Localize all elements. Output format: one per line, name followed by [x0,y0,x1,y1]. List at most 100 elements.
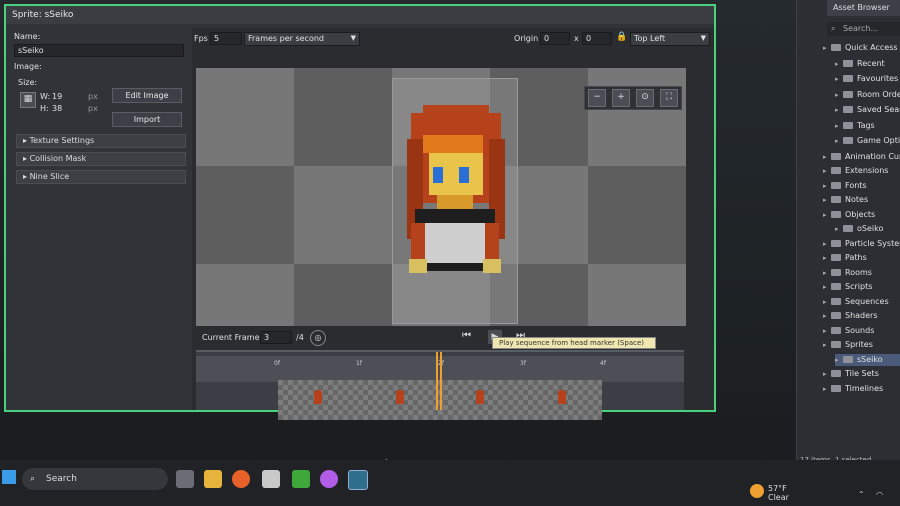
chevron-down-icon: ▼ [350,34,356,42]
asset-tree-item[interactable]: ▸ oSeiko [835,223,900,235]
start-icon[interactable] [2,470,16,484]
zoom-out-icon[interactable]: − [588,89,606,107]
current-frame-input[interactable]: 3 [260,331,292,344]
asset-tree-item[interactable]: ▸ Tile Sets [823,368,900,380]
gamemaker-icon[interactable] [348,470,368,490]
asset-tree-item[interactable]: ▸ Fonts [823,180,900,192]
asset-tree-item[interactable]: ▸ Game Options [835,135,900,147]
asset-tree-item[interactable]: ▸ Favourites [835,73,900,85]
expand-arrow-icon[interactable]: ▸ [823,151,831,163]
resize-icon[interactable]: ▦ [20,92,36,108]
expand-arrow-icon[interactable]: ▸ [823,180,831,192]
asset-tree-item[interactable]: ▸ Shaders [823,310,900,322]
sprite-character [407,105,505,273]
expand-arrow-icon[interactable]: ▸ [823,209,831,221]
asset-tree-item[interactable]: ▸ Extensions [823,165,900,177]
tick-label: 3f [520,360,526,367]
expand-arrow-icon[interactable]: ▸ [823,194,831,206]
fps-mode-dropdown[interactable]: Frames per second ▼ [244,32,360,46]
tick-label: 0f [274,360,280,367]
expand-arrow-icon[interactable]: ▸ [823,325,831,337]
asset-tree-item[interactable]: ▸ Paths [823,252,900,264]
asset-tree-item[interactable]: ▸ Sprites [823,339,900,351]
wifi-icon[interactable]: ◠ [876,490,883,499]
asset-tree-item[interactable]: ▸ Objects [823,209,900,221]
frame-thumbnail[interactable] [396,390,404,404]
asset-tree-label: Paths [845,253,867,262]
zoom-reset-icon[interactable]: ⊙ [636,89,654,107]
fps-input[interactable]: 5 [210,32,242,45]
asset-search-input[interactable]: ⌕ Search... [827,22,900,36]
asset-tree-item[interactable]: ▸ Recent [835,58,900,70]
expand-arrow-icon[interactable]: ▸ [835,135,843,147]
asset-tree-item[interactable]: ▸ Room Order [835,89,900,101]
expand-arrow-icon[interactable]: ▸ [835,223,843,235]
expand-arrow-icon[interactable]: ▸ [823,238,831,250]
task-view-icon[interactable] [176,470,194,488]
asset-tree-item[interactable]: ▸ Timelines [823,383,900,395]
chevron-up-icon[interactable]: ⌃ [858,490,865,499]
section-collision-mask[interactable]: ▸ Collision Mask [16,152,186,166]
asset-tree-item[interactable]: ▸ Saved Searches [835,104,900,116]
expand-arrow-icon[interactable]: ▸ [823,310,831,322]
lock-icon[interactable]: 🔒 [616,32,627,42]
asset-tree-item[interactable]: ▸ Sequences [823,296,900,308]
asset-tree-item[interactable]: ▸ Quick Access [823,42,900,54]
asset-tree-item[interactable]: ▸ Notes [823,194,900,206]
store-icon[interactable] [262,470,280,488]
expand-arrow-icon[interactable]: ▸ [823,368,831,380]
window-titlebar[interactable]: Sprite: sSeiko [6,6,714,24]
origin-y-input[interactable]: 0 [582,32,612,45]
asset-tree-item[interactable]: ▸ Rooms [823,267,900,279]
skip-start-icon[interactable]: ⏮ [462,330,471,341]
minecraft-icon[interactable] [292,470,310,488]
frame-timeline[interactable]: 0f 1f 2f 3f 4f [196,350,684,420]
file-explorer-icon[interactable] [204,470,222,488]
heart-app-icon[interactable] [320,470,338,488]
edit-image-button[interactable]: Edit Image [112,88,182,103]
expand-arrow-icon[interactable]: ▸ [835,120,843,132]
expand-arrow-icon[interactable]: ▸ [823,267,831,279]
origin-preset-dropdown[interactable]: Top Left ▼ [630,32,710,46]
expand-arrow-icon[interactable]: ▸ [823,281,831,293]
asset-tree-item[interactable]: ▸ Sounds [823,325,900,337]
expand-arrow-icon[interactable]: ▸ [835,73,843,85]
expand-arrow-icon[interactable]: ▸ [835,58,843,70]
asset-tree-label: Notes [845,195,869,204]
playhead-marker[interactable] [436,352,442,410]
expand-arrow-icon[interactable]: ▸ [823,383,831,395]
zoom-in-icon[interactable]: + [612,89,630,107]
expand-arrow-icon[interactable]: ▸ [823,42,831,54]
weather-widget[interactable]: 57°F Clear [768,484,789,502]
width-label: W: [40,92,51,101]
firefox-icon[interactable] [232,470,250,488]
expand-arrow-icon[interactable]: ▸ [835,104,843,116]
play-tooltip: Play sequence from head marker (Space) [492,337,656,349]
asset-tree-item[interactable]: ▸ Tags [835,120,900,132]
asset-tree-item[interactable]: ▸ Scripts [823,281,900,293]
section-texture-settings[interactable]: ▸ Texture Settings [16,134,186,148]
origin-label: Origin [514,34,539,43]
import-button[interactable]: Import [112,112,182,127]
asset-tree-item[interactable]: ▸ Particle Systems [823,238,900,250]
frame-thumbnail[interactable] [476,390,484,404]
name-label: Name: [14,32,41,41]
expand-arrow-icon[interactable]: ▸ [823,252,831,264]
onion-skin-icon[interactable]: ◎ [310,330,326,346]
sprite-canvas[interactable]: − + ⊙ ⛶ [196,68,686,326]
sprite-name-field[interactable]: sSeiko [14,44,184,57]
frame-thumbnail[interactable] [558,390,566,404]
expand-arrow-icon[interactable]: ▸ [823,339,831,351]
asset-tree-item[interactable]: ▸ Animation Curves [823,151,900,163]
expand-arrow-icon[interactable]: ▸ [835,89,843,101]
frame-thumbnail[interactable] [314,390,322,404]
expand-arrow-icon[interactable]: ▸ [823,165,831,177]
expand-arrow-icon[interactable]: ▸ [823,296,831,308]
asset-tree-label: Timelines [845,383,884,393]
fit-screen-icon[interactable]: ⛶ [660,89,678,107]
expand-arrow-icon[interactable]: ▸ [835,354,843,366]
origin-x-input[interactable]: 0 [540,32,570,45]
section-nine-slice[interactable]: ▸ Nine Slice [16,170,186,184]
asset-tree-item[interactable]: ▸ sSeiko [835,353,900,366]
taskbar-search[interactable]: ⌕ Search [22,468,168,490]
